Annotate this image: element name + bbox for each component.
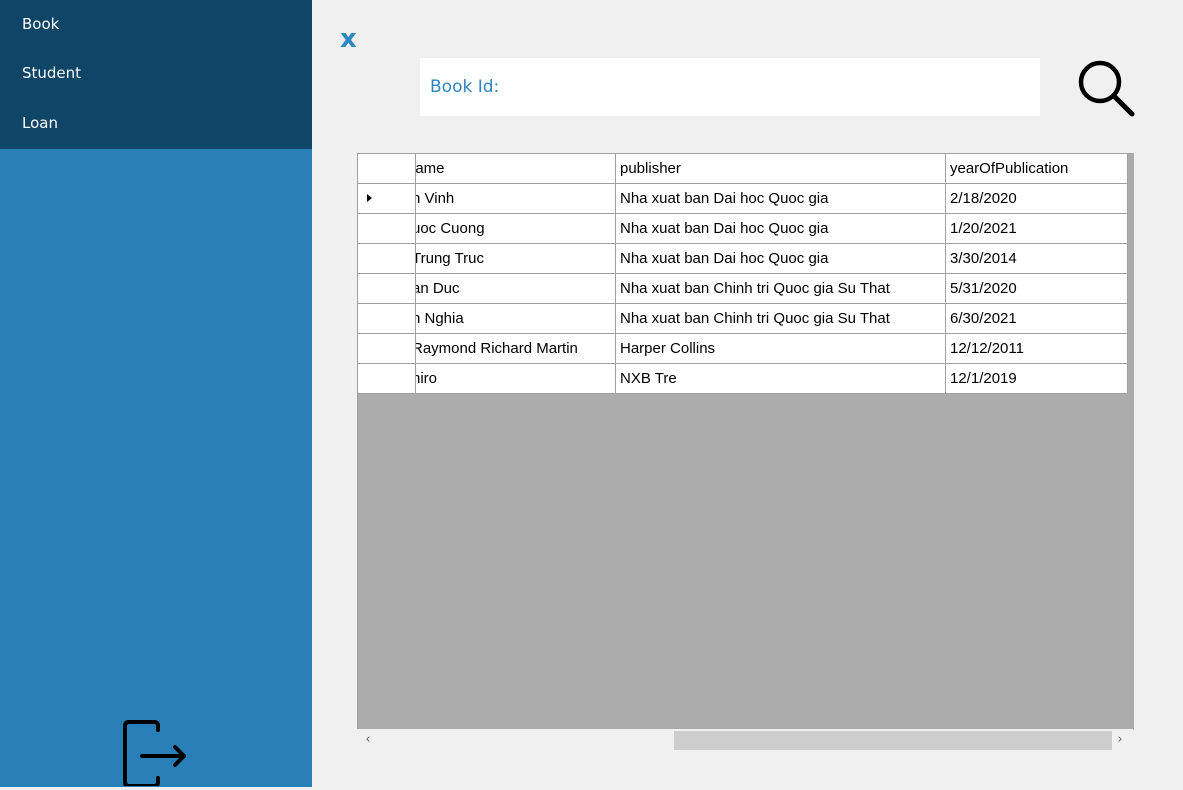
close-button[interactable]: x: [340, 22, 357, 56]
row-header[interactable]: [358, 303, 416, 334]
cell-name[interactable]: n Nghia: [415, 303, 616, 334]
search-icon[interactable]: [1076, 58, 1138, 118]
sidebar: Book Student Loan: [0, 0, 312, 788]
cell-name[interactable]: Raymond Richard Martin: [415, 333, 616, 364]
horizontal-scrollbar[interactable]: ‹ ›: [357, 729, 1133, 751]
cell-name[interactable]: Trung Truc: [415, 243, 616, 274]
book-id-input[interactable]: [520, 70, 1024, 106]
sidebar-menu: Book Student Loan: [0, 0, 312, 149]
cell-name[interactable]: n Vinh: [415, 183, 616, 214]
book-grid[interactable]: lame publisher yearOfPublication n VinhN…: [357, 153, 1134, 730]
scroll-left-button[interactable]: ‹: [359, 731, 377, 749]
row-header[interactable]: [358, 183, 416, 214]
cell-publisher[interactable]: NXB Tre: [615, 363, 946, 394]
cell-year[interactable]: 12/12/2011: [945, 333, 1128, 364]
cell-publisher[interactable]: Harper Collins: [615, 333, 946, 364]
cell-year[interactable]: 5/31/2020: [945, 273, 1128, 304]
table-row[interactable]: Trung Truc Nha xuat ban Dai hoc Quoc gia 3…: [358, 243, 1128, 274]
table-row[interactable]: uoc Cuong Nha xuat ban Dai hoc Quoc gia 1/…: [358, 213, 1128, 244]
column-header-name[interactable]: lame: [415, 154, 616, 184]
book-id-label: Book Id:: [430, 77, 500, 97]
grid-body: n Vinh Nha xuat ban Dai hoc Quoc gia 2/18/…: [358, 183, 1128, 394]
cell-year[interactable]: 12/1/2019: [945, 363, 1128, 394]
row-header[interactable]: [358, 363, 416, 394]
row-header[interactable]: [358, 333, 416, 364]
scroll-thumb[interactable]: [674, 731, 1112, 750]
sidebar-item-book[interactable]: Book: [22, 15, 59, 33]
grid-header-row: lame publisher yearOfPublication: [358, 154, 1128, 184]
scroll-right-button[interactable]: ›: [1111, 731, 1129, 749]
cell-name[interactable]: hiro: [415, 363, 616, 394]
sidebar-item-loan[interactable]: Loan: [22, 114, 58, 132]
table-row[interactable]: n Nghia Nha xuat ban Chinh tri Quoc gia S…: [358, 303, 1128, 334]
cell-publisher[interactable]: Nha xuat ban Chinh tri Quoc gia Su That: [615, 273, 946, 304]
row-header[interactable]: [358, 213, 416, 244]
cell-year[interactable]: 6/30/2021: [945, 303, 1128, 334]
cell-publisher[interactable]: Nha xuat ban Dai hoc Quoc gia: [615, 183, 946, 214]
table-row[interactable]: hiroNXB Tre12/1/2019: [358, 363, 1128, 394]
column-header-publisher[interactable]: publisher: [615, 154, 946, 184]
table-row[interactable]: n Vinh Nha xuat ban Dai hoc Quoc gia 2/18/…: [358, 183, 1128, 214]
cell-name[interactable]: an Duc: [415, 273, 616, 304]
row-header[interactable]: [358, 243, 416, 274]
column-header-year[interactable]: yearOfPublication: [945, 154, 1128, 184]
table-row[interactable]: Raymond Richard Martin Harper Collins 12/1…: [358, 333, 1128, 364]
cell-name[interactable]: uoc Cuong: [415, 213, 616, 244]
cell-year[interactable]: 3/30/2014: [945, 243, 1128, 274]
cell-publisher[interactable]: Nha xuat ban Dai hoc Quoc gia: [615, 213, 946, 244]
search-box: Book Id:: [420, 58, 1040, 116]
book-table: lame publisher yearOfPublication n VinhN…: [358, 154, 1128, 394]
cell-year[interactable]: 2/18/2020: [945, 183, 1128, 214]
current-row-arrow-icon: [367, 194, 372, 202]
cell-publisher[interactable]: Nha xuat ban Dai hoc Quoc gia: [615, 243, 946, 274]
cell-year[interactable]: 1/20/2021: [945, 213, 1128, 244]
row-header[interactable]: [358, 273, 416, 304]
sidebar-item-student[interactable]: Student: [22, 64, 81, 82]
table-row[interactable]: an Duc Nha xuat ban Chinh tri Quoc gia Su…: [358, 273, 1128, 304]
cell-publisher[interactable]: Nha xuat ban Chinh tri Quoc gia Su That: [615, 303, 946, 334]
logout-icon[interactable]: [118, 718, 192, 788]
row-header-corner[interactable]: [358, 154, 416, 184]
